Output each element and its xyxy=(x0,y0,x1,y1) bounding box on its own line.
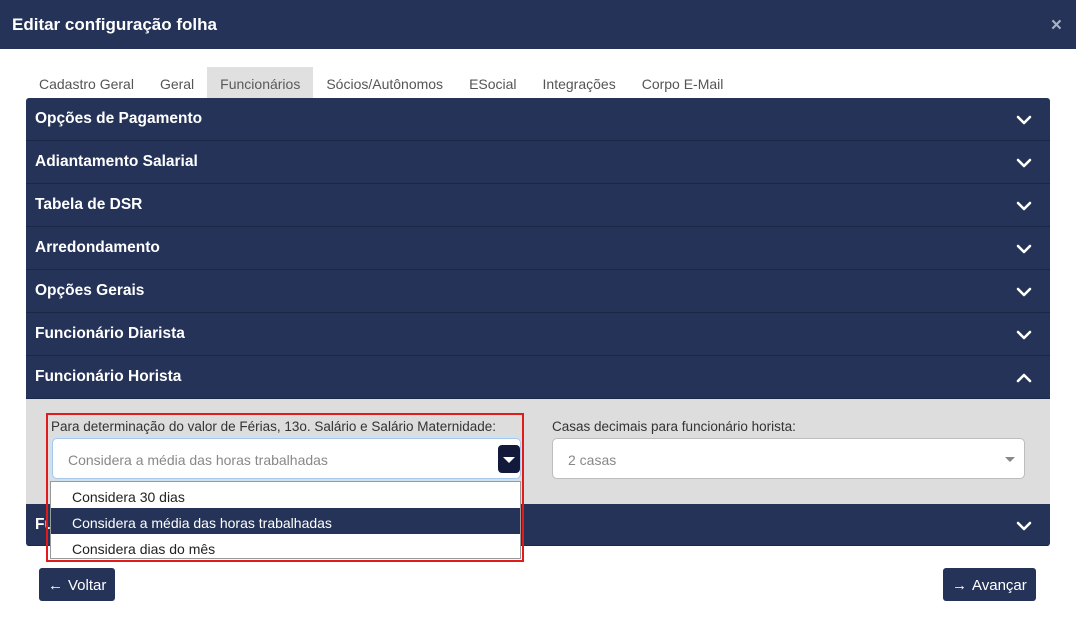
section-label: Adiantamento Salarial xyxy=(35,153,198,170)
tab-geral[interactable]: Geral xyxy=(147,67,207,98)
arrow-right-icon: → xyxy=(952,577,967,594)
section-label: Funcionário Diarista xyxy=(35,325,185,342)
section-opcoes-pagamento[interactable]: Opções de Pagamento xyxy=(26,98,1050,141)
dialog-titlebar: Editar configuração folha × xyxy=(0,0,1076,49)
next-button-label: Avançar xyxy=(972,577,1027,594)
chevron-down-icon xyxy=(1016,330,1032,340)
section-label: Opções de Pagamento xyxy=(35,110,203,127)
tab-corpo-email[interactable]: Corpo E-Mail xyxy=(629,67,737,98)
section-label: Tabela de DSR xyxy=(35,196,143,213)
section-funcionario-horista[interactable]: Funcionário Horista xyxy=(26,356,1050,399)
dropdown-toggle-button[interactable] xyxy=(498,445,520,473)
casas-field-label: Casas decimais para funcionário horista: xyxy=(552,419,796,434)
chevron-down-icon xyxy=(1016,115,1032,125)
section-label: Funcionário Horista xyxy=(35,368,182,385)
close-icon[interactable]: × xyxy=(1051,15,1062,37)
tab-integracoes[interactable]: Integrações xyxy=(530,67,629,98)
section-label: Arredondamento xyxy=(35,239,160,256)
tab-funcionarios[interactable]: Funcionários xyxy=(207,67,314,98)
section-label: Opções Gerais xyxy=(35,282,145,299)
section-adiantamento-salarial[interactable]: Adiantamento Salarial xyxy=(26,141,1050,184)
section-funcionario-diarista[interactable]: Funcionário Diarista xyxy=(26,313,1050,356)
ferias-select-value: Considera a média das horas trabalhadas xyxy=(68,452,328,468)
option-considera-dias-mes[interactable]: Considera dias do mês xyxy=(51,534,520,560)
arrow-left-icon: ← xyxy=(48,577,63,594)
next-button[interactable]: → Avançar xyxy=(943,568,1036,601)
chevron-down-icon xyxy=(1016,201,1032,211)
tab-cadastro-geral[interactable]: Cadastro Geral xyxy=(26,67,147,98)
option-considera-30-dias[interactable]: Considera 30 dias xyxy=(51,482,520,508)
tab-esocial[interactable]: ESocial xyxy=(456,67,529,98)
chevron-down-icon xyxy=(1016,521,1032,531)
settings-accordion: Opções de Pagamento Adiantamento Salaria… xyxy=(26,98,1050,546)
ferias-field-label: Para determinação do valor de Férias, 13… xyxy=(51,419,496,434)
tab-socios-autonomos[interactable]: Sócios/Autônomos xyxy=(313,67,456,98)
section-opcoes-gerais[interactable]: Opções Gerais xyxy=(26,270,1050,313)
caret-down-icon xyxy=(1005,457,1015,462)
casas-decimais-select[interactable]: 2 casas xyxy=(552,438,1025,479)
chevron-down-icon xyxy=(1016,287,1032,297)
chevron-up-icon xyxy=(1016,373,1032,383)
section-arredondamento[interactable]: Arredondamento xyxy=(26,227,1050,270)
chevron-down-icon xyxy=(1016,158,1032,168)
ferias-options-list: Considera 30 dias Considera a média das … xyxy=(50,481,521,559)
caret-down-icon xyxy=(503,457,515,463)
tab-bar: Cadastro Geral Geral Funcionários Sócios… xyxy=(26,67,736,98)
section-tabela-dsr[interactable]: Tabela de DSR xyxy=(26,184,1050,227)
back-button-label: Voltar xyxy=(68,577,107,594)
ferias-select[interactable]: Considera a média das horas trabalhadas xyxy=(52,438,521,479)
chevron-down-icon xyxy=(1016,244,1032,254)
option-considera-media-horas[interactable]: Considera a média das horas trabalhadas xyxy=(51,508,520,534)
casas-select-value: 2 casas xyxy=(568,452,617,468)
dialog-title: Editar configuração folha xyxy=(12,15,217,34)
back-button[interactable]: ← Voltar xyxy=(39,568,116,601)
